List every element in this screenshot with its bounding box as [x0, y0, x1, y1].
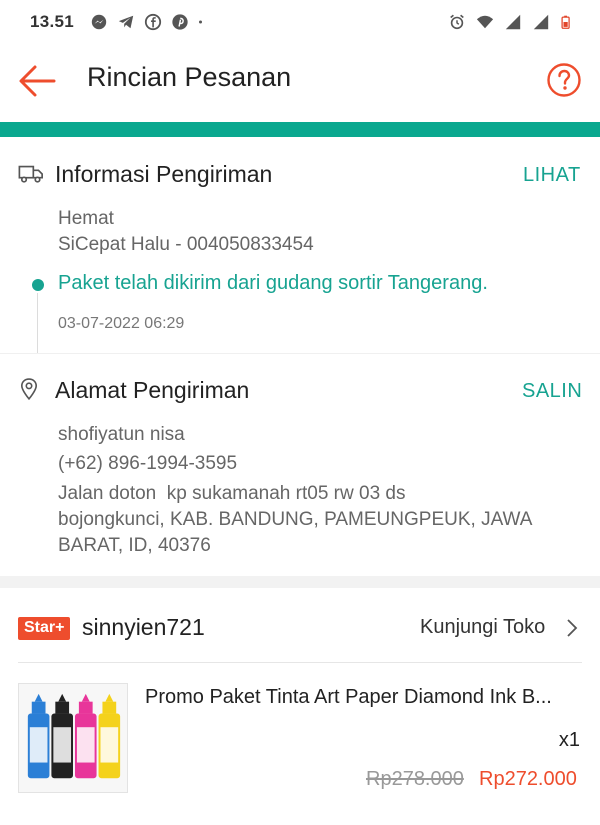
courier-tracking-number: SiCepat Halu - 004050833454 [58, 234, 314, 255]
signal-icon [505, 14, 521, 30]
shipping-service: Hemat [58, 208, 114, 229]
product-thumbnail[interactable] [18, 683, 128, 793]
address-line-1: Jalan doton kp sukamanah rt05 rw 03 ds [58, 483, 406, 504]
divider [18, 662, 582, 663]
signal-icon [533, 14, 549, 30]
arrow-left-icon[interactable] [18, 64, 56, 98]
tracking-timeline-line [37, 293, 38, 353]
wifi-icon [476, 15, 494, 29]
alarm-icon [450, 14, 464, 30]
help-circle-icon[interactable] [546, 62, 582, 98]
ink-bottle [98, 693, 121, 779]
ink-bottle [74, 693, 97, 779]
ink-bottle [27, 693, 50, 779]
section-divider [0, 576, 600, 588]
divider [0, 353, 600, 354]
location-pin-icon [20, 378, 38, 401]
chevron-right-icon[interactable] [565, 617, 579, 639]
notification-icons [90, 13, 208, 31]
messenger-icon [91, 14, 107, 30]
star-plus-badge: Star+ [18, 617, 71, 640]
product-name: Promo Paket Tinta Art Paper Diamond Ink … [145, 686, 552, 708]
status-bar: 13.51 [0, 0, 600, 44]
shipping-address-title: Alamat Pengiriman [55, 377, 250, 403]
tracking-datetime: 03-07-2022 06:29 [58, 315, 185, 332]
view-tracking-button[interactable]: LIHAT [523, 164, 581, 187]
shipping-info-title: Informasi Pengiriman [55, 161, 273, 187]
tracking-status: Paket telah dikirim dari gudang sortir T… [58, 272, 488, 294]
status-time: 13.51 [30, 12, 75, 31]
product-quantity: x1 [558, 729, 580, 751]
dot-icon [199, 20, 203, 24]
ink-bottles-image [27, 693, 121, 779]
battery-icon [561, 15, 570, 29]
copy-address-button[interactable]: SALIN [522, 380, 582, 403]
recipient-name: shofiyatun nisa [58, 424, 185, 445]
address-line-2: bojongkunci, KAB. BANDUNG, PAMEUNGPEUK, … [58, 509, 533, 530]
app-bar: Rincian Pesanan [0, 44, 600, 120]
pinterest-icon [172, 14, 188, 30]
discounted-price: Rp272.000 [479, 768, 577, 790]
telegram-icon [118, 15, 134, 29]
system-icons [448, 13, 574, 31]
page-title: Rincian Pesanan [87, 62, 292, 92]
visit-shop-link[interactable]: Kunjungi Toko [420, 616, 545, 639]
original-price: Rp278.000 [366, 768, 464, 790]
facebook-icon [144, 13, 162, 31]
address-line-3: BARAT, ID, 40376 [58, 535, 211, 556]
recipient-phone: (+62) 896-1994-3595 [58, 453, 238, 474]
shop-name: sinnyien721 [82, 614, 205, 640]
truck-icon [18, 165, 43, 183]
ink-bottle [51, 693, 73, 779]
tracking-status-dot [32, 279, 44, 291]
status-banner-bar [0, 122, 600, 137]
